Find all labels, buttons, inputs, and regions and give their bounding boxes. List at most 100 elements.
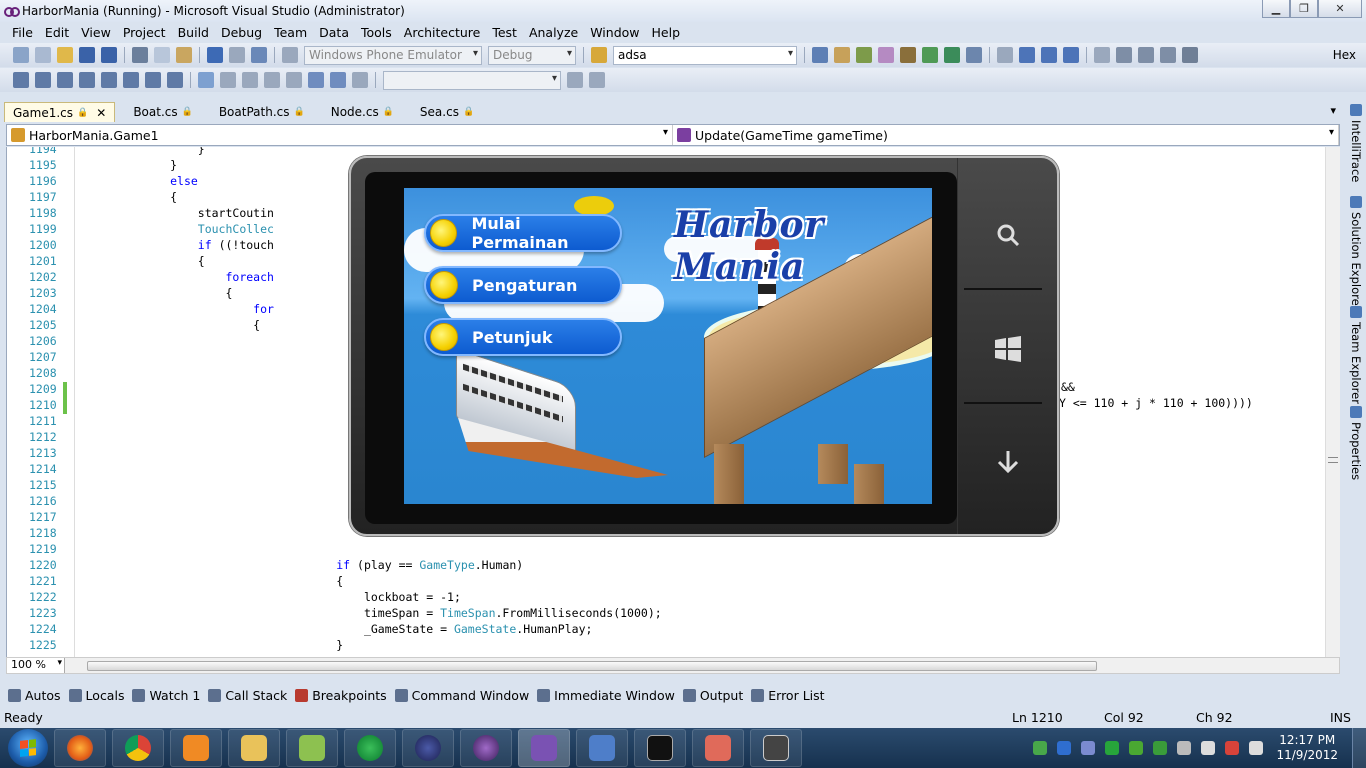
previous-bookmark-icon[interactable] bbox=[220, 72, 236, 88]
tools-icon[interactable] bbox=[900, 47, 916, 63]
taskbar-phone-emulator[interactable] bbox=[750, 729, 802, 767]
taskbar-app-s[interactable] bbox=[344, 729, 396, 767]
paste-icon[interactable] bbox=[176, 47, 192, 63]
hex-toggle[interactable]: Hex bbox=[1333, 48, 1356, 62]
command-window-icon[interactable] bbox=[966, 47, 982, 63]
tab-boatpath-cs[interactable]: BoatPath.cs 🔒 bbox=[211, 102, 313, 122]
taskbar-firefox[interactable] bbox=[54, 729, 106, 767]
layout-icon[interactable] bbox=[567, 72, 583, 88]
menu-architecture[interactable]: Architecture bbox=[398, 25, 487, 40]
empty-combo[interactable] bbox=[383, 70, 561, 90]
decrease-indent-icon[interactable] bbox=[101, 72, 117, 88]
add-item-icon[interactable] bbox=[35, 47, 51, 63]
save-all-icon[interactable] bbox=[101, 47, 117, 63]
restart-icon[interactable] bbox=[1063, 47, 1079, 63]
power-icon[interactable] bbox=[1225, 741, 1240, 755]
tray-vs-icon[interactable] bbox=[1081, 741, 1096, 755]
step-out-icon[interactable] bbox=[1160, 47, 1176, 63]
comment-icon[interactable] bbox=[145, 72, 161, 88]
start-game-button[interactable]: Mulai Permainan bbox=[424, 214, 622, 252]
emulator-screen[interactable]: Harbor Mania Mulai Permainan Pengaturan … bbox=[404, 188, 932, 504]
show-desktop-button[interactable] bbox=[1352, 728, 1366, 768]
next-bookmark-folder-icon[interactable] bbox=[286, 72, 302, 88]
tray-flag-icon[interactable] bbox=[1177, 741, 1192, 755]
extension-manager-icon[interactable] bbox=[922, 47, 938, 63]
tab-game1-cs[interactable]: Game1.cs 🔒 ✕ bbox=[4, 102, 116, 122]
taskbar-eclipse[interactable] bbox=[402, 729, 454, 767]
side-tab-solution-explorer[interactable]: Solution Explorer bbox=[1348, 196, 1364, 310]
tool-tab-immediate-window[interactable]: Immediate Window bbox=[537, 688, 675, 703]
show-next-statement-icon[interactable] bbox=[1094, 47, 1110, 63]
start-button[interactable] bbox=[8, 729, 48, 767]
find-symbol-icon[interactable] bbox=[352, 72, 368, 88]
side-tab-properties[interactable]: Properties bbox=[1348, 406, 1364, 480]
increase-indent-icon[interactable] bbox=[123, 72, 139, 88]
horizontal-scrollbar[interactable] bbox=[87, 661, 1097, 671]
menu-view[interactable]: View bbox=[75, 25, 117, 40]
continue-icon[interactable] bbox=[997, 47, 1013, 63]
taskbar-explorer[interactable] bbox=[228, 729, 280, 767]
menu-project[interactable]: Project bbox=[117, 25, 172, 40]
taskbar-command-prompt[interactable] bbox=[634, 729, 686, 767]
add-icon[interactable] bbox=[589, 72, 605, 88]
search-button[interactable] bbox=[958, 180, 1058, 290]
menu-window[interactable]: Window bbox=[584, 25, 645, 40]
object-browser-icon[interactable] bbox=[856, 47, 872, 63]
tab-boat-cs[interactable]: Boat.cs 🔒 bbox=[125, 102, 201, 122]
taskbar-media-player[interactable] bbox=[170, 729, 222, 767]
start-page-icon[interactable] bbox=[944, 47, 960, 63]
taskbar-notepad-plus[interactable] bbox=[286, 729, 338, 767]
tab-sea-cs[interactable]: Sea.cs 🔒 bbox=[412, 102, 482, 122]
uncomment-icon[interactable] bbox=[167, 72, 183, 88]
vertical-scrollbar[interactable] bbox=[1325, 147, 1340, 657]
toolbox-icon[interactable] bbox=[878, 47, 894, 63]
menu-build[interactable]: Build bbox=[172, 25, 215, 40]
undo-icon[interactable] bbox=[207, 47, 223, 63]
bookmark-window-icon[interactable] bbox=[330, 72, 346, 88]
tool-tab-breakpoints[interactable]: Breakpoints bbox=[295, 688, 387, 703]
tray-shield-icon[interactable] bbox=[1033, 741, 1048, 755]
menu-test[interactable]: Test bbox=[486, 25, 523, 40]
next-bookmark-icon[interactable] bbox=[242, 72, 258, 88]
tray-app-icon[interactable] bbox=[1129, 741, 1144, 755]
find-in-files-icon[interactable] bbox=[591, 47, 607, 63]
close-tab-icon[interactable]: ✕ bbox=[96, 106, 106, 120]
tray-sync-icon[interactable] bbox=[1153, 741, 1168, 755]
volume-icon[interactable] bbox=[1249, 741, 1264, 755]
menu-debug[interactable]: Debug bbox=[215, 25, 268, 40]
tray-check-icon[interactable] bbox=[1105, 741, 1120, 755]
open-file-icon[interactable] bbox=[57, 47, 73, 63]
tool-tab-command-window[interactable]: Command Window bbox=[394, 688, 529, 703]
step-into-icon[interactable] bbox=[1116, 47, 1132, 63]
find-combo[interactable]: adsa bbox=[613, 45, 797, 65]
solution-explorer-icon[interactable] bbox=[812, 47, 828, 63]
complete-word-icon[interactable] bbox=[79, 72, 95, 88]
taskbar-visual-studio[interactable] bbox=[518, 729, 570, 767]
start-windows-button[interactable] bbox=[958, 294, 1058, 404]
side-tab-intellitrace[interactable]: IntelliTrace bbox=[1348, 104, 1364, 182]
tool-tab-autos[interactable]: Autos bbox=[8, 688, 61, 703]
previous-bookmark-folder-icon[interactable] bbox=[264, 72, 280, 88]
tool-tab-call-stack[interactable]: Call Stack bbox=[208, 688, 287, 703]
parameter-info-icon[interactable] bbox=[35, 72, 51, 88]
member-list-icon[interactable] bbox=[13, 72, 29, 88]
taskbar-network-tool[interactable] bbox=[576, 729, 628, 767]
taskbar-3d-tool[interactable] bbox=[692, 729, 744, 767]
tool-tab-error-list[interactable]: Error List bbox=[751, 688, 825, 703]
save-icon[interactable] bbox=[79, 47, 95, 63]
start-debugging-icon[interactable] bbox=[282, 47, 298, 63]
menu-help[interactable]: Help bbox=[646, 25, 687, 40]
configuration-combo[interactable]: Debug bbox=[488, 45, 576, 65]
menu-file[interactable]: File bbox=[6, 25, 39, 40]
clear-bookmarks-icon[interactable] bbox=[308, 72, 324, 88]
settings-button[interactable]: Pengaturan bbox=[424, 266, 622, 304]
scroll-grip[interactable] bbox=[1328, 457, 1338, 463]
menu-edit[interactable]: Edit bbox=[39, 25, 75, 40]
menu-data[interactable]: Data bbox=[313, 25, 355, 40]
clock[interactable]: 12:17 PM 11/9/2012 bbox=[1276, 733, 1338, 763]
taskbar-eclipse-purple[interactable] bbox=[460, 729, 512, 767]
cut-icon[interactable] bbox=[132, 47, 148, 63]
break-all-icon[interactable] bbox=[1019, 47, 1035, 63]
quick-info-icon[interactable] bbox=[57, 72, 73, 88]
close-button[interactable]: ✕ bbox=[1318, 0, 1362, 18]
